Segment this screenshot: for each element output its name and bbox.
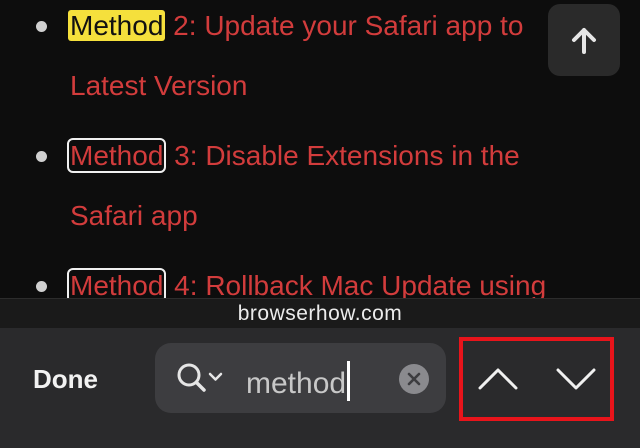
chevron-down-icon [556, 368, 596, 390]
list-item-text: 3: Disable Extensions in the [166, 140, 520, 171]
list-item-text: 4: Rollback Mac Update using [166, 270, 547, 298]
next-match-button[interactable] [541, 341, 611, 417]
done-button[interactable]: Done [33, 364, 98, 395]
bullet [36, 151, 47, 162]
list-item-line2[interactable]: Safari app [70, 199, 198, 233]
bullet [36, 21, 47, 32]
find-match: Method [67, 268, 167, 298]
list-item-line1[interactable]: Method 4: Rollback Mac Update using [67, 268, 547, 298]
list-item-line1[interactable]: Method 3: Disable Extensions in the [67, 138, 520, 173]
list-item-line1[interactable]: Method 2: Update your Safari app to [68, 9, 524, 43]
find-match: Method [67, 138, 167, 173]
previous-match-button[interactable] [463, 341, 533, 417]
list-item-line2[interactable]: Latest Version [70, 69, 247, 103]
text-caret [347, 361, 351, 401]
chevron-up-icon [478, 368, 518, 390]
find-query-text: method [246, 367, 347, 400]
find-input[interactable]: method [246, 361, 351, 402]
find-match-active: Method [68, 10, 166, 41]
scroll-to-top-button[interactable] [548, 4, 620, 76]
page-content: Method 2: Update your Safari app to Late… [0, 0, 640, 298]
arrow-up-icon [572, 28, 596, 54]
clear-icon[interactable] [399, 364, 429, 394]
match-navigation-highlight [459, 337, 614, 421]
find-search-field[interactable]: method [155, 343, 446, 413]
bullet [36, 281, 47, 292]
magnifier-with-dropdown-icon[interactable] [175, 361, 231, 397]
list-item-text: 2: Update your Safari app to [165, 10, 524, 41]
address-bar[interactable]: browserhow.com [0, 298, 640, 329]
find-on-page-bar: Done method [0, 328, 640, 448]
address-domain: browserhow.com [237, 302, 403, 325]
